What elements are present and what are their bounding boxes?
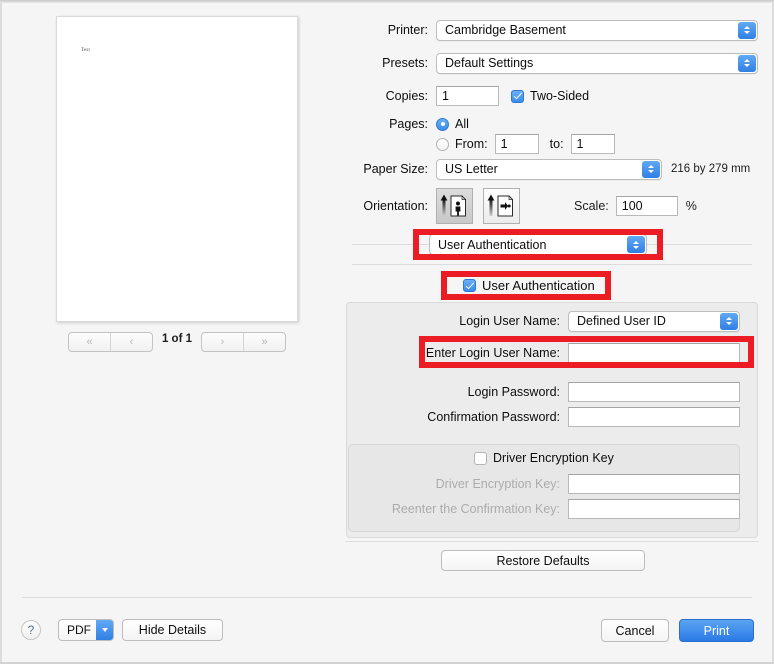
pages-all-row: Pages: All (330, 113, 774, 135)
chevron-updown-icon[interactable] (720, 312, 738, 330)
driver-encryption-key-checkbox[interactable] (474, 451, 487, 465)
presets-label: Presets: (382, 56, 428, 70)
login-user-name-select[interactable]: Defined User ID (568, 310, 740, 332)
driver-encryption-checkbox-row: Driver Encryption Key (474, 451, 614, 465)
driver-encryption-key-row: Driver Encryption Key: (346, 473, 758, 495)
two-sided-checkbox[interactable] (511, 89, 524, 103)
paper-dimensions-label: 216 by 279 mm (671, 163, 751, 175)
preview-page (56, 16, 298, 322)
enter-login-user-name-input[interactable] (568, 343, 740, 363)
driver-encryption-key-input[interactable] (568, 474, 740, 494)
chevron-updown-icon[interactable] (738, 21, 756, 39)
driver-encryption-key-label: Driver Encryption Key: (435, 477, 560, 491)
nav-group-forward: › » (201, 332, 286, 352)
feature-select[interactable]: User Authentication (429, 234, 647, 255)
pages-to-label: to: (549, 137, 564, 151)
divider-below-selector (352, 264, 752, 265)
paper-size-row: Paper Size: US Letter 216 by 279 mm (330, 158, 774, 180)
print-button[interactable]: Print (679, 619, 754, 642)
copies-input[interactable]: 1 (436, 86, 499, 106)
pages-to-input[interactable]: 1 (570, 134, 615, 154)
chevron-updown-icon[interactable] (738, 54, 756, 72)
two-sided-label: Two-Sided (530, 89, 590, 103)
chevron-updown-icon[interactable] (627, 236, 645, 253)
user-authentication-checkbox-label: User Authentication (482, 278, 595, 293)
pages-range-radio[interactable] (436, 137, 449, 151)
enter-login-user-name-row: Enter Login User Name: (346, 342, 758, 364)
pdf-button-label: PDF (67, 623, 91, 637)
pages-from-input[interactable]: 1 (494, 134, 539, 154)
reenter-confirmation-key-row: Reenter the Confirmation Key: (346, 498, 758, 520)
login-user-name-row: Login User Name: Defined User ID (346, 310, 758, 332)
cancel-button[interactable]: Cancel (601, 619, 669, 642)
last-page-button[interactable]: » (243, 333, 285, 351)
chevron-down-icon[interactable] (96, 620, 113, 640)
feature-select-value: User Authentication (438, 237, 547, 252)
scale-input[interactable]: 100 (615, 196, 678, 216)
help-button[interactable]: ? (21, 620, 41, 640)
login-password-input[interactable] (568, 382, 740, 402)
presets-value: Default Settings (445, 56, 534, 70)
printer-select[interactable]: Cambridge Basement (436, 19, 758, 41)
reenter-confirmation-key-input[interactable] (568, 499, 740, 519)
scale-label: Scale: (574, 199, 609, 213)
pages-range-row: From: 1 to: 1 (330, 133, 774, 155)
divider-footer (22, 597, 752, 598)
login-user-name-value: Defined User ID (577, 314, 666, 328)
paper-size-label: Paper Size: (363, 162, 428, 176)
orientation-label: Orientation: (363, 199, 428, 213)
user-authentication-checkbox[interactable] (463, 279, 476, 292)
login-password-row: Login Password: (346, 381, 758, 403)
copies-row: Copies: 1 Two-Sided (330, 85, 774, 107)
presets-select[interactable]: Default Settings (436, 52, 758, 74)
pages-label: Pages: (389, 117, 428, 131)
printer-value: Cambridge Basement (445, 23, 566, 37)
scale-unit-label: % (685, 199, 697, 213)
window-left-edge (0, 3, 2, 664)
driver-encryption-key-checkbox-label: Driver Encryption Key (493, 451, 614, 465)
hide-details-button[interactable]: Hide Details (122, 619, 223, 641)
pdf-menu-button[interactable]: PDF (58, 619, 114, 641)
restore-defaults-button[interactable]: Restore Defaults (441, 550, 645, 571)
print-preview-pane: Test (56, 16, 298, 322)
copies-label: Copies: (385, 89, 428, 103)
login-password-label: Login Password: (467, 385, 560, 399)
login-user-name-label: Login User Name: (459, 314, 560, 328)
chevron-updown-icon[interactable] (642, 160, 660, 178)
reenter-confirmation-key-label: Reenter the Confirmation Key: (391, 502, 560, 516)
confirmation-password-row: Confirmation Password: (346, 406, 758, 428)
printer-row: Printer: Cambridge Basement (330, 19, 774, 41)
paper-size-select[interactable]: US Letter (436, 158, 662, 180)
paper-size-value: US Letter (445, 162, 498, 176)
user-authentication-enable-row: User Authentication (463, 278, 595, 293)
print-dialog-window: Test « ‹ 1 of 1 › » Printer: Cambridge B… (0, 0, 774, 664)
orientation-row: Orientation: Scale: 100 % (330, 187, 774, 225)
pages-all-label: All (455, 117, 469, 131)
presets-row: Presets: Default Settings (330, 52, 774, 74)
divider-restore (346, 541, 758, 542)
landscape-icon (487, 194, 513, 217)
pages-from-label: From: (455, 137, 488, 151)
printer-label: Printer: (387, 23, 428, 37)
orientation-portrait-button[interactable] (436, 188, 473, 224)
portrait-icon (440, 194, 466, 217)
confirmation-password-label: Confirmation Password: (427, 410, 560, 424)
orientation-landscape-button[interactable] (483, 188, 520, 224)
next-page-button[interactable]: › (202, 333, 243, 351)
preview-page-navigation: « ‹ 1 of 1 › » (56, 332, 298, 352)
pages-all-radio[interactable] (436, 117, 449, 131)
preview-document-text: Test (81, 48, 91, 53)
confirmation-password-input[interactable] (568, 407, 740, 427)
enter-login-user-name-label: Enter Login User Name: (425, 346, 560, 360)
